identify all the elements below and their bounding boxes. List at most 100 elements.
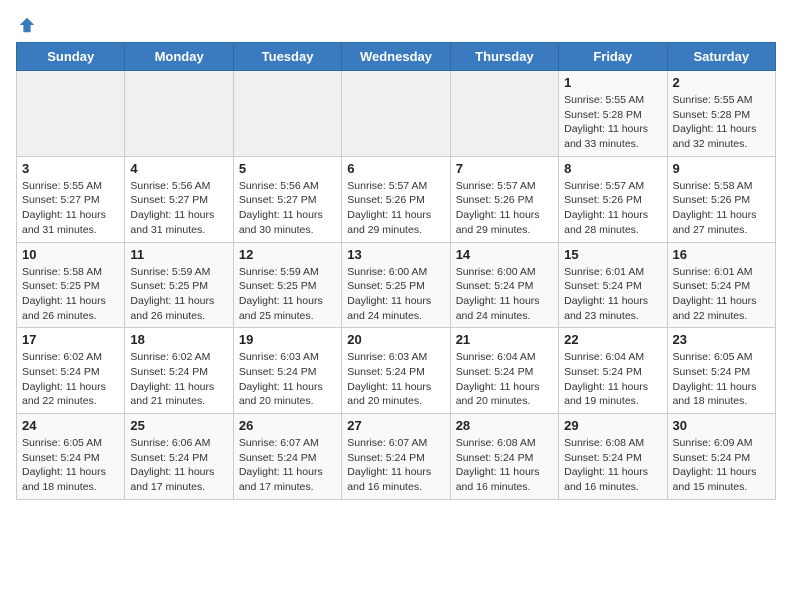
calendar-day-cell: 23 Sunrise: 6:05 AM Sunset: 5:24 PM Dayli…	[667, 328, 775, 414]
calendar-day-cell: 25 Sunrise: 6:06 AM Sunset: 5:24 PM Dayli…	[125, 414, 233, 500]
day-number: 15	[564, 247, 661, 262]
calendar-day-cell: 14 Sunrise: 6:00 AM Sunset: 5:24 PM Dayli…	[450, 242, 558, 328]
day-number: 2	[673, 75, 770, 90]
day-number: 11	[130, 247, 227, 262]
calendar-table: SundayMondayTuesdayWednesdayThursdayFrid…	[16, 42, 776, 500]
calendar-day-cell: 22 Sunrise: 6:04 AM Sunset: 5:24 PM Dayli…	[559, 328, 667, 414]
calendar-day-cell: 26Sunrise: 6:07 AM Sunset: 5:24 PM Dayli…	[233, 414, 341, 500]
calendar-week-row: 1 Sunrise: 5:55 AM Sunset: 5:28 PM Daylig…	[17, 71, 776, 157]
day-info: Sunrise: 6:04 AM Sunset: 5:24 PM Dayligh…	[564, 350, 661, 409]
day-info: Sunrise: 6:07 AM Sunset: 5:24 PM Dayligh…	[239, 436, 336, 495]
calendar-day-cell: 2 Sunrise: 5:55 AM Sunset: 5:28 PM Daylig…	[667, 71, 775, 157]
calendar-day-cell: 19 Sunrise: 6:03 AM Sunset: 5:24 PM Dayli…	[233, 328, 341, 414]
day-number: 24	[22, 418, 119, 433]
day-info: Sunrise: 5:58 AM Sunset: 5:25 PM Dayligh…	[22, 265, 119, 324]
calendar-day-cell: 3 Sunrise: 5:55 AM Sunset: 5:27 PM Daylig…	[17, 156, 125, 242]
day-info: Sunrise: 6:05 AM Sunset: 5:24 PM Dayligh…	[673, 350, 770, 409]
day-number: 5	[239, 161, 336, 176]
calendar-day-cell: 21Sunrise: 6:04 AM Sunset: 5:24 PM Dayli…	[450, 328, 558, 414]
day-number: 6	[347, 161, 444, 176]
day-info: Sunrise: 6:02 AM Sunset: 5:24 PM Dayligh…	[22, 350, 119, 409]
day-info: Sunrise: 5:58 AM Sunset: 5:26 PM Dayligh…	[673, 179, 770, 238]
calendar-day-cell: 29 Sunrise: 6:08 AM Sunset: 5:24 PM Dayli…	[559, 414, 667, 500]
calendar-header-cell: Sunday	[17, 43, 125, 71]
day-number: 8	[564, 161, 661, 176]
day-info: Sunrise: 6:01 AM Sunset: 5:24 PM Dayligh…	[564, 265, 661, 324]
day-number: 4	[130, 161, 227, 176]
calendar-day-cell	[233, 71, 341, 157]
day-number: 1	[564, 75, 661, 90]
day-info: Sunrise: 5:56 AM Sunset: 5:27 PM Dayligh…	[239, 179, 336, 238]
day-info: Sunrise: 5:57 AM Sunset: 5:26 PM Dayligh…	[456, 179, 553, 238]
calendar-day-cell: 7 Sunrise: 5:57 AM Sunset: 5:26 PM Daylig…	[450, 156, 558, 242]
day-number: 17	[22, 332, 119, 347]
calendar-day-cell: 18Sunrise: 6:02 AM Sunset: 5:24 PM Dayli…	[125, 328, 233, 414]
calendar-day-cell: 11 Sunrise: 5:59 AM Sunset: 5:25 PM Dayli…	[125, 242, 233, 328]
calendar-week-row: 3 Sunrise: 5:55 AM Sunset: 5:27 PM Daylig…	[17, 156, 776, 242]
day-info: Sunrise: 6:00 AM Sunset: 5:24 PM Dayligh…	[456, 265, 553, 324]
day-number: 23	[673, 332, 770, 347]
calendar-day-cell: 13 Sunrise: 6:00 AM Sunset: 5:25 PM Dayli…	[342, 242, 450, 328]
calendar-day-cell: 16 Sunrise: 6:01 AM Sunset: 5:24 PM Dayli…	[667, 242, 775, 328]
day-info: Sunrise: 6:05 AM Sunset: 5:24 PM Dayligh…	[22, 436, 119, 495]
day-info: Sunrise: 6:02 AM Sunset: 5:24 PM Dayligh…	[130, 350, 227, 409]
day-info: Sunrise: 6:06 AM Sunset: 5:24 PM Dayligh…	[130, 436, 227, 495]
calendar-day-cell: 1 Sunrise: 5:55 AM Sunset: 5:28 PM Daylig…	[559, 71, 667, 157]
day-number: 25	[130, 418, 227, 433]
calendar-day-cell: 9 Sunrise: 5:58 AM Sunset: 5:26 PM Daylig…	[667, 156, 775, 242]
calendar-day-cell: 4Sunrise: 5:56 AM Sunset: 5:27 PM Daylig…	[125, 156, 233, 242]
day-info: Sunrise: 5:57 AM Sunset: 5:26 PM Dayligh…	[347, 179, 444, 238]
calendar-header-cell: Saturday	[667, 43, 775, 71]
day-info: Sunrise: 6:09 AM Sunset: 5:24 PM Dayligh…	[673, 436, 770, 495]
day-number: 16	[673, 247, 770, 262]
day-number: 14	[456, 247, 553, 262]
day-info: Sunrise: 6:08 AM Sunset: 5:24 PM Dayligh…	[456, 436, 553, 495]
calendar-day-cell	[17, 71, 125, 157]
day-number: 7	[456, 161, 553, 176]
day-number: 10	[22, 247, 119, 262]
day-number: 9	[673, 161, 770, 176]
day-info: Sunrise: 5:59 AM Sunset: 5:25 PM Dayligh…	[130, 265, 227, 324]
calendar-header-cell: Wednesday	[342, 43, 450, 71]
logo-icon	[18, 16, 36, 34]
page-header	[16, 16, 776, 30]
day-info: Sunrise: 5:59 AM Sunset: 5:25 PM Dayligh…	[239, 265, 336, 324]
day-info: Sunrise: 6:03 AM Sunset: 5:24 PM Dayligh…	[347, 350, 444, 409]
day-number: 27	[347, 418, 444, 433]
calendar-header-row: SundayMondayTuesdayWednesdayThursdayFrid…	[17, 43, 776, 71]
calendar-week-row: 17 Sunrise: 6:02 AM Sunset: 5:24 PM Dayli…	[17, 328, 776, 414]
calendar-header-cell: Friday	[559, 43, 667, 71]
day-info: Sunrise: 5:55 AM Sunset: 5:28 PM Dayligh…	[564, 93, 661, 152]
calendar-day-cell: 24 Sunrise: 6:05 AM Sunset: 5:24 PM Dayli…	[17, 414, 125, 500]
day-info: Sunrise: 6:03 AM Sunset: 5:24 PM Dayligh…	[239, 350, 336, 409]
calendar-header: SundayMondayTuesdayWednesdayThursdayFrid…	[17, 43, 776, 71]
day-number: 13	[347, 247, 444, 262]
logo	[16, 16, 36, 30]
day-number: 12	[239, 247, 336, 262]
calendar-week-row: 24 Sunrise: 6:05 AM Sunset: 5:24 PM Dayli…	[17, 414, 776, 500]
calendar-day-cell: 6 Sunrise: 5:57 AM Sunset: 5:26 PM Daylig…	[342, 156, 450, 242]
calendar-day-cell: 28 Sunrise: 6:08 AM Sunset: 5:24 PM Dayli…	[450, 414, 558, 500]
day-info: Sunrise: 5:55 AM Sunset: 5:27 PM Dayligh…	[22, 179, 119, 238]
day-number: 21	[456, 332, 553, 347]
calendar-day-cell: 20 Sunrise: 6:03 AM Sunset: 5:24 PM Dayli…	[342, 328, 450, 414]
day-number: 22	[564, 332, 661, 347]
day-info: Sunrise: 6:00 AM Sunset: 5:25 PM Dayligh…	[347, 265, 444, 324]
day-number: 29	[564, 418, 661, 433]
day-number: 3	[22, 161, 119, 176]
day-number: 30	[673, 418, 770, 433]
day-info: Sunrise: 6:01 AM Sunset: 5:24 PM Dayligh…	[673, 265, 770, 324]
calendar-header-cell: Monday	[125, 43, 233, 71]
calendar-day-cell	[125, 71, 233, 157]
calendar-header-cell: Thursday	[450, 43, 558, 71]
day-number: 28	[456, 418, 553, 433]
calendar-day-cell: 8Sunrise: 5:57 AM Sunset: 5:26 PM Daylig…	[559, 156, 667, 242]
day-info: Sunrise: 5:55 AM Sunset: 5:28 PM Dayligh…	[673, 93, 770, 152]
calendar-week-row: 10 Sunrise: 5:58 AM Sunset: 5:25 PM Dayli…	[17, 242, 776, 328]
calendar-day-cell: 12 Sunrise: 5:59 AM Sunset: 5:25 PM Dayli…	[233, 242, 341, 328]
calendar-day-cell: 5 Sunrise: 5:56 AM Sunset: 5:27 PM Daylig…	[233, 156, 341, 242]
calendar-day-cell: 17 Sunrise: 6:02 AM Sunset: 5:24 PM Dayli…	[17, 328, 125, 414]
day-info: Sunrise: 6:08 AM Sunset: 5:24 PM Dayligh…	[564, 436, 661, 495]
day-number: 20	[347, 332, 444, 347]
day-number: 19	[239, 332, 336, 347]
